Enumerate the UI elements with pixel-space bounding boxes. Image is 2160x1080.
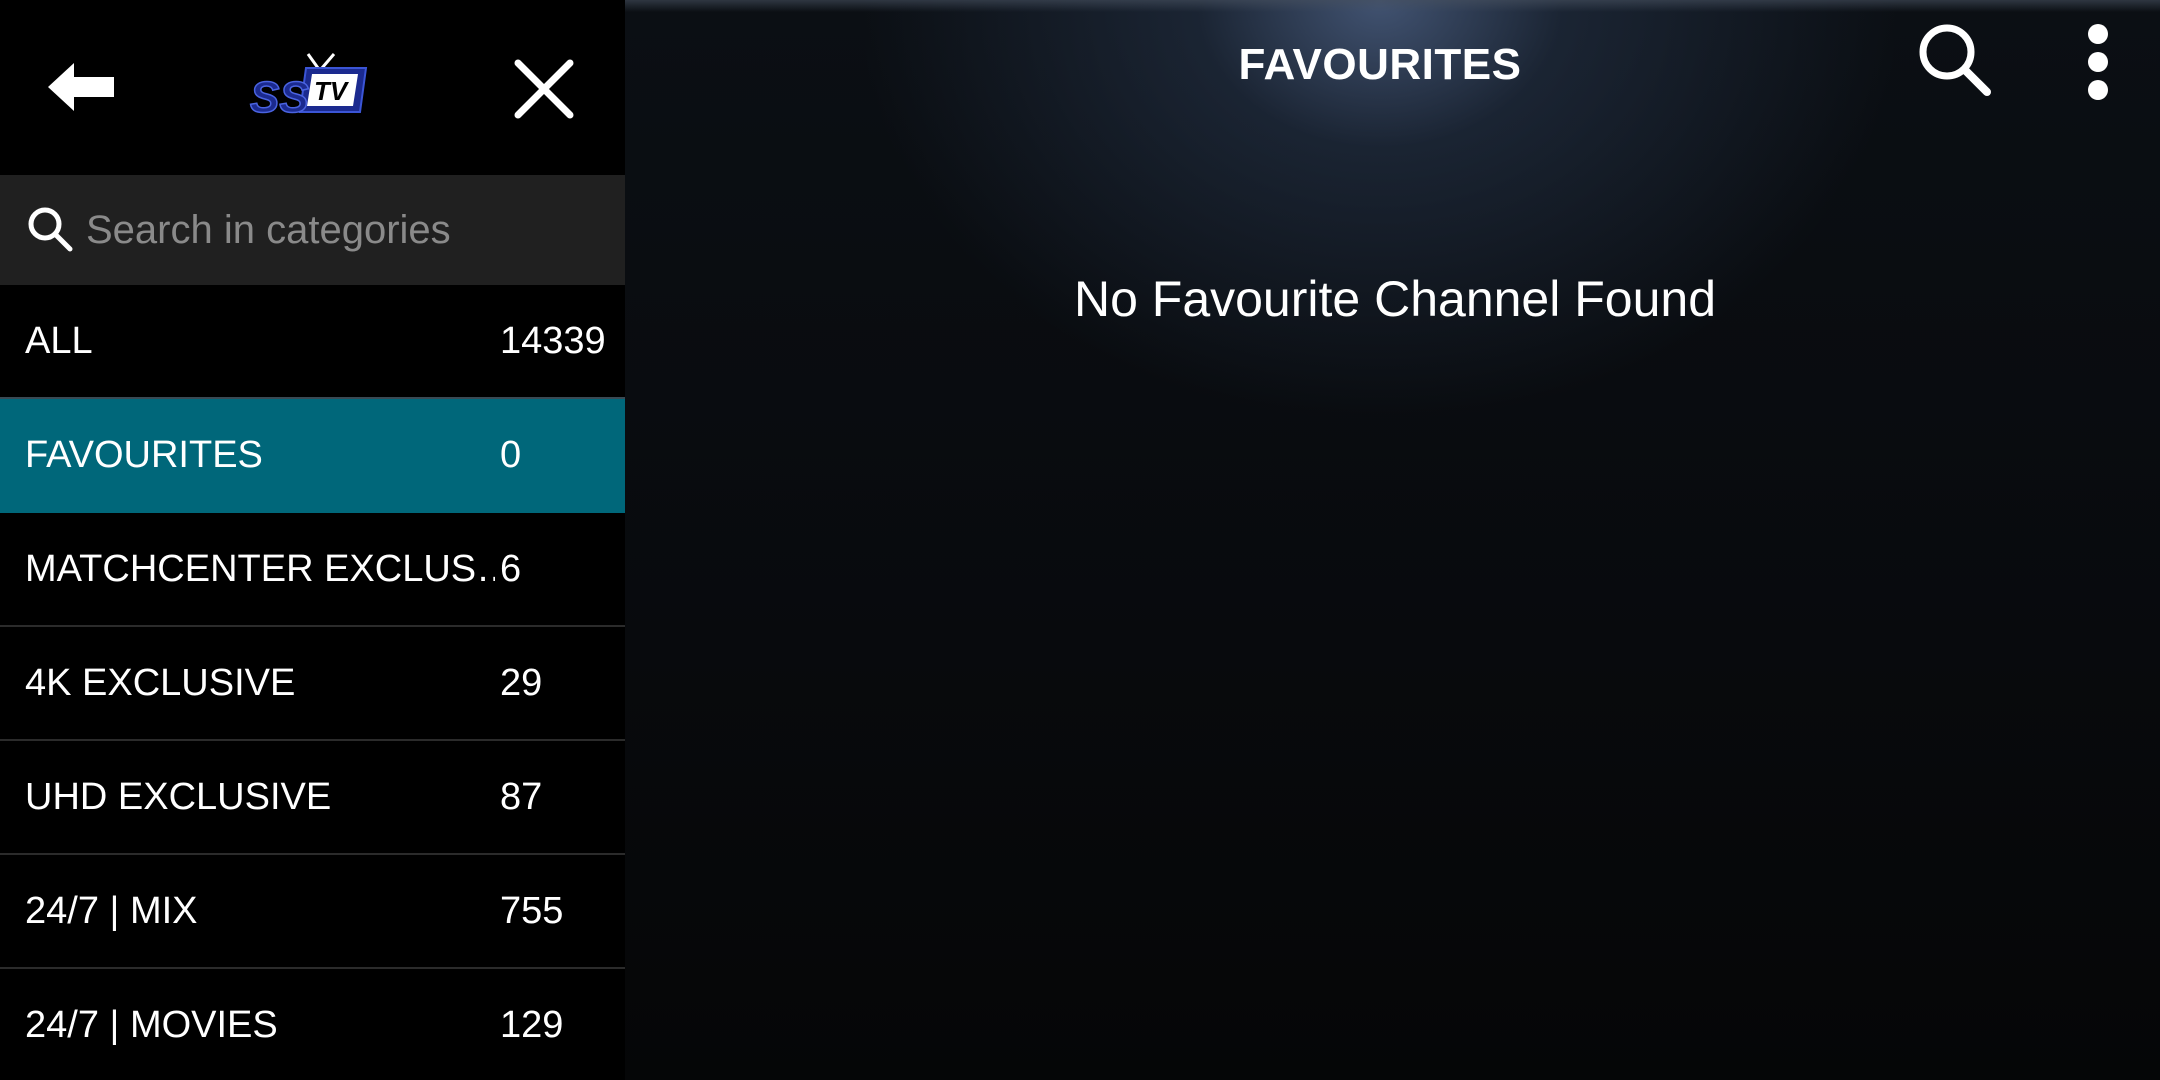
category-count: 0 — [500, 434, 522, 476]
category-name: ALL — [25, 320, 93, 362]
category-name: UHD EXCLUSIVE — [25, 776, 332, 818]
app: TV SS ALL 14339 F — [0, 0, 2160, 1080]
category-item-24-7-mix[interactable]: 24/7 | MIX 755 — [0, 855, 625, 969]
category-name: 24/7 | MOVIES — [25, 1004, 278, 1046]
category-item-24-7-movies[interactable]: 24/7 | MOVIES 129 — [0, 969, 625, 1080]
category-count: 6 — [500, 548, 522, 590]
svg-text:SS: SS — [250, 73, 309, 122]
more-options-button[interactable] — [2080, 22, 2116, 102]
sstv-logo: TV SS — [248, 50, 374, 130]
search-icon — [1919, 24, 1991, 96]
arrow-left-icon — [48, 63, 114, 111]
category-drawer: TV SS ALL 14339 F — [0, 0, 625, 1080]
category-item-uhd-exclusive[interactable]: UHD EXCLUSIVE 87 — [0, 741, 625, 855]
category-name: 24/7 | MIX — [25, 890, 198, 932]
category-count: 14339 — [500, 320, 606, 362]
page-title: FAVOURITES — [1238, 40, 1522, 89]
category-item-all[interactable]: ALL 14339 — [0, 285, 625, 399]
back-button[interactable] — [44, 55, 120, 119]
category-count: 129 — [500, 1004, 564, 1046]
category-name: MATCHCENTER EXCLUS… — [25, 548, 495, 590]
main-content: FAVOURITES No Favourite Channel Found — [625, 0, 2160, 1080]
more-vertical-icon — [2088, 24, 2108, 100]
category-count: 87 — [500, 776, 543, 818]
category-item-4k-exclusive[interactable]: 4K EXCLUSIVE 29 — [0, 627, 625, 741]
category-name: 4K EXCLUSIVE — [25, 662, 296, 704]
category-search-input[interactable] — [86, 190, 606, 270]
category-list: ALL 14339 FAVOURITES 0 MATCHCENTER EXCLU… — [0, 285, 625, 1080]
category-item-matchcenter-exclusive[interactable]: MATCHCENTER EXCLUS… 6 — [0, 513, 625, 627]
drawer-header: TV SS — [0, 0, 625, 175]
category-count: 29 — [500, 662, 543, 704]
category-count: 755 — [500, 890, 564, 932]
search-button[interactable] — [1915, 20, 1995, 100]
category-name: FAVOURITES — [25, 434, 263, 476]
svg-text:TV: TV — [314, 76, 350, 106]
close-icon — [514, 59, 574, 119]
category-item-favourites[interactable]: FAVOURITES 0 — [0, 399, 625, 513]
empty-state-message: No Favourite Channel Found — [1073, 271, 1717, 327]
close-button[interactable] — [510, 55, 578, 123]
search-icon — [28, 207, 73, 252]
